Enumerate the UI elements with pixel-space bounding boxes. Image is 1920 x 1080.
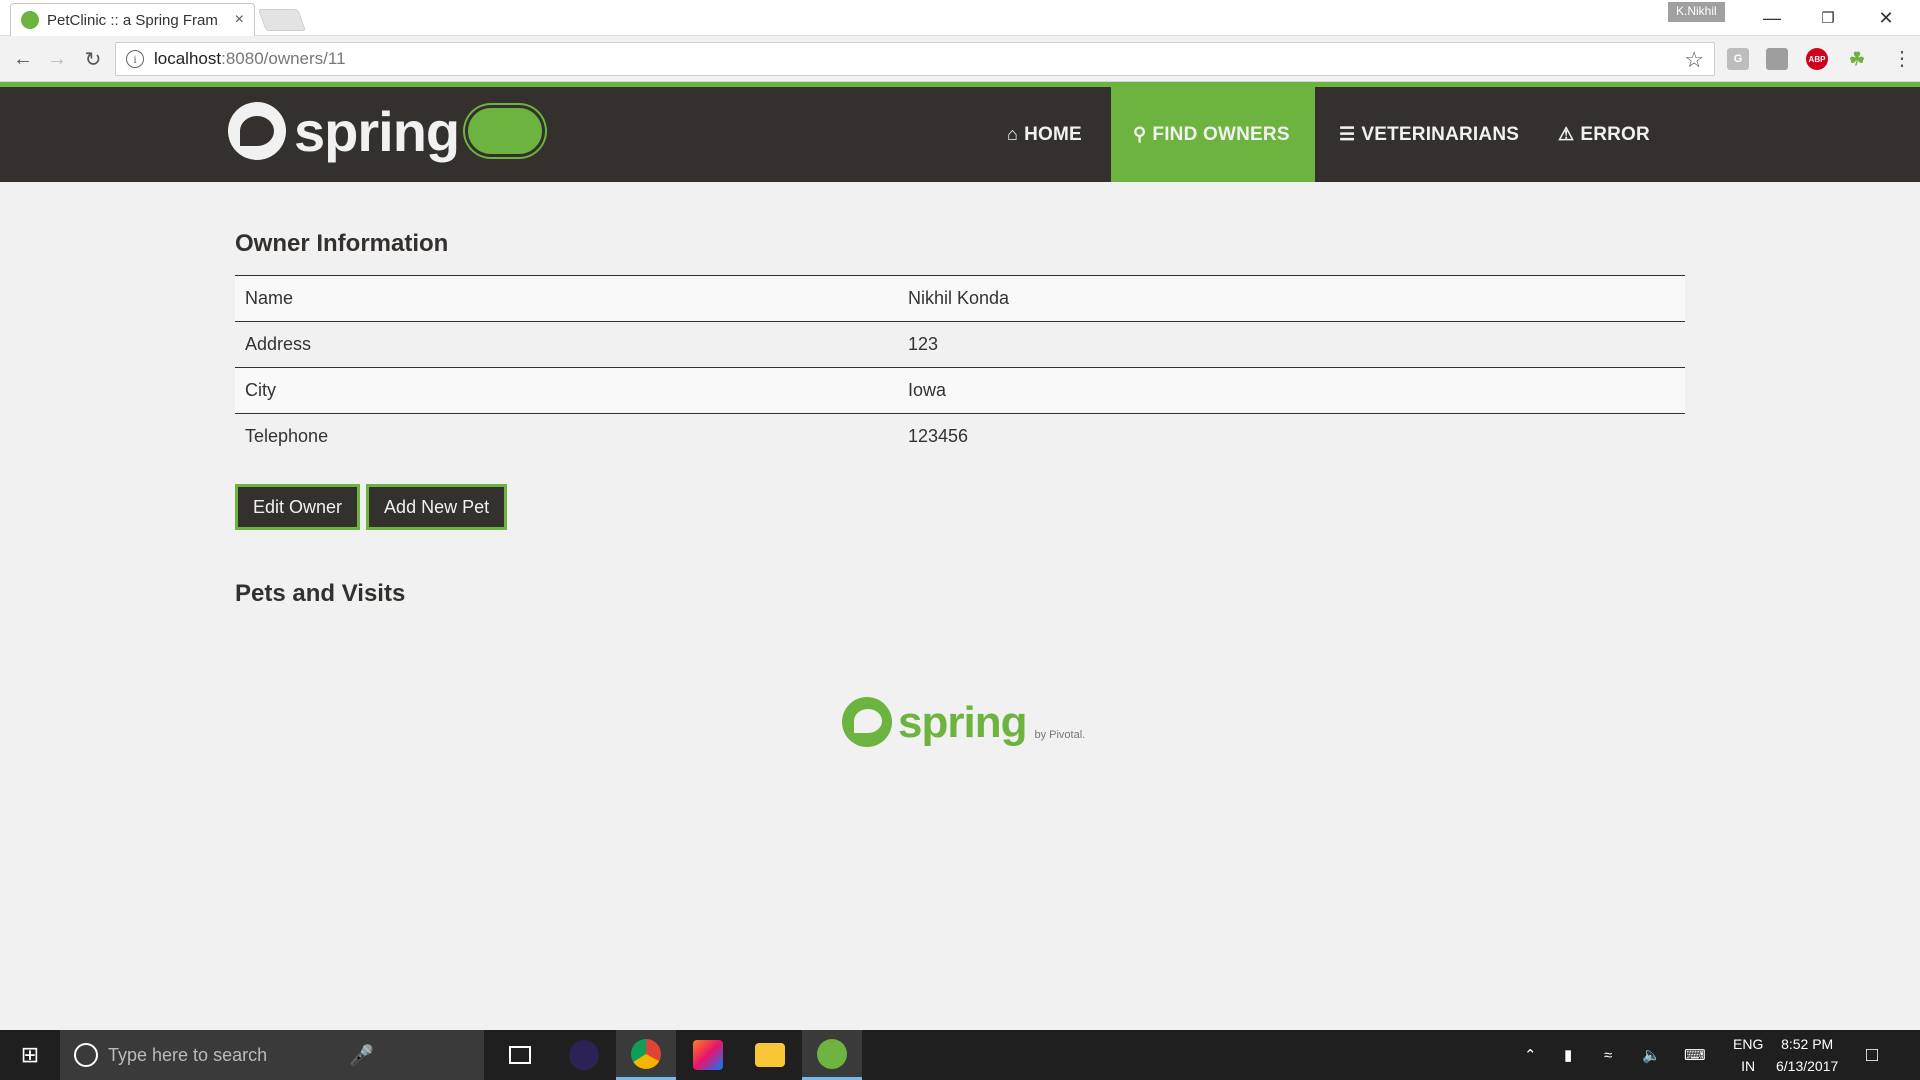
url-path: :8080/owners/11 [221, 49, 346, 68]
clock-date: 6/13/2017 [1776, 1058, 1839, 1074]
cortana-icon [74, 1043, 98, 1067]
battery-icon[interactable]: ▮ [1564, 1030, 1572, 1080]
region-code: IN [1741, 1058, 1756, 1074]
nav-error[interactable]: ⚠ ERROR [1536, 87, 1672, 182]
taskbar: ⊞ Type here to search 🎤 ⌃ ▮ ≈ 🔈 ⌨ ENG IN… [0, 1030, 1920, 1080]
table-row: Telephone 123456 [235, 413, 1685, 460]
tray-chevron-icon[interactable]: ⌃ [1524, 1030, 1537, 1080]
extension-leaf-icon[interactable]: ☘ [1846, 48, 1868, 70]
list-icon: ☰ [1339, 124, 1356, 144]
spring-leaf-icon [228, 102, 286, 160]
browser-menu-icon[interactable]: ⋮ [1892, 46, 1912, 71]
clock-time: 8:52 PM [1781, 1036, 1834, 1052]
owner-information-heading: Owner Information [235, 230, 449, 257]
back-icon[interactable]: ← [10, 46, 36, 72]
nav-find-owners[interactable]: ⚲ FIND OWNERS [1111, 87, 1315, 182]
owner-telephone-label: Telephone [235, 413, 898, 460]
microphone-icon[interactable]: 🎤 [349, 1043, 374, 1068]
url-host: localhost [154, 49, 222, 68]
owner-address-label: Address [235, 321, 898, 368]
profile-badge[interactable]: K.Nikhil [1668, 2, 1725, 22]
pets-and-visits-heading: Pets and Visits [235, 580, 406, 607]
owner-actions: Edit Owner Add New Pet [235, 484, 508, 530]
logo-text: spring [294, 99, 460, 163]
home-icon: ⌂ [1007, 124, 1019, 144]
table-row: Address 123 [235, 321, 1685, 368]
taskbar-search[interactable]: Type here to search 🎤 [60, 1030, 484, 1080]
browser-titlebar: PetClinic :: a Spring Fram × K.Nikhil — … [0, 0, 1920, 36]
nav-find-owners-label: FIND OWNERS [1152, 123, 1290, 145]
file-explorer-icon[interactable] [740, 1030, 800, 1080]
spring-favicon-icon [21, 11, 39, 29]
table-row: Name Nikhil Konda [235, 275, 1685, 322]
info-icon[interactable]: i [126, 50, 144, 68]
warning-icon: ⚠ [1558, 124, 1575, 144]
taskbar-search-placeholder: Type here to search [108, 1044, 268, 1065]
nav-home[interactable]: ⌂ HOME [985, 87, 1104, 182]
owner-city-label: City [235, 367, 898, 414]
eclipse-icon[interactable] [554, 1030, 614, 1080]
language-code: ENG [1733, 1036, 1764, 1052]
volume-icon[interactable]: 🔈 [1642, 1030, 1661, 1080]
close-window-icon[interactable]: ✕ [1866, 4, 1906, 32]
wifi-icon[interactable]: ≈ [1604, 1030, 1612, 1080]
adblock-icon[interactable]: ABP [1806, 48, 1828, 70]
windows-start-icon[interactable]: ⊞ [0, 1030, 60, 1080]
owner-name-label: Name [235, 275, 898, 322]
add-new-pet-button[interactable]: Add New Pet [366, 484, 508, 530]
extension-shield-icon[interactable] [1766, 48, 1788, 70]
owner-city-value: Iowa [898, 367, 1685, 414]
nav-home-label: HOME [1024, 123, 1082, 145]
footer-spring-logo: spring by Pivotal. [842, 697, 1085, 747]
owner-address-value: 123 [898, 321, 1685, 368]
nav-veterinarians[interactable]: ☰ VETERINARIANS [1317, 87, 1541, 182]
table-row: City Iowa [235, 367, 1685, 414]
extension-g-icon[interactable]: G [1727, 48, 1749, 70]
new-tab-button[interactable] [257, 9, 307, 31]
nav-error-label: ERROR [1580, 123, 1650, 145]
forward-icon[interactable]: → [44, 46, 70, 72]
close-tab-icon[interactable]: × [235, 11, 244, 29]
spring-leaf-icon [842, 697, 892, 747]
tab-title: PetClinic :: a Spring Fram [47, 11, 218, 29]
browser-toolbar: ← → ↻ i localhost:8080/owners/11 ☆ G ABP… [0, 36, 1920, 82]
chrome-icon[interactable] [616, 1030, 676, 1080]
footer-brand-text: spring [898, 698, 1027, 747]
bookmark-star-icon[interactable]: ☆ [1684, 47, 1704, 73]
owner-telephone-value: 123456 [898, 413, 1685, 460]
language-indicator[interactable]: ENG IN [1733, 1030, 1763, 1080]
address-bar[interactable]: i localhost:8080/owners/11 ☆ [115, 42, 1715, 76]
keyboard-icon[interactable]: ⌨ [1684, 1030, 1706, 1080]
petclinic-badge-icon [465, 105, 546, 157]
navbar: spring ⌂ HOME ⚲ FIND OWNERS ☰ VETERINARI… [0, 87, 1920, 182]
spring-logo[interactable]: spring [228, 99, 546, 163]
browser-tab[interactable]: PetClinic :: a Spring Fram × [10, 3, 255, 36]
clock[interactable]: 8:52 PM 6/13/2017 [1776, 1030, 1838, 1080]
nav-veterinarians-label: VETERINARIANS [1361, 123, 1520, 145]
spring-tool-icon[interactable] [802, 1030, 862, 1080]
reload-icon[interactable]: ↻ [80, 46, 106, 72]
search-icon: ⚲ [1133, 124, 1147, 144]
notifications-icon[interactable]: □ [1866, 1030, 1878, 1080]
edit-owner-button[interactable]: Edit Owner [235, 484, 361, 530]
owner-info-table: Name Nikhil Konda Address 123 City Iowa … [235, 275, 1685, 460]
restore-icon[interactable]: ❐ [1808, 4, 1848, 32]
intellij-icon[interactable] [678, 1030, 738, 1080]
owner-name-value: Nikhil Konda [898, 275, 1685, 322]
minimize-icon[interactable]: — [1752, 4, 1792, 32]
task-view-icon[interactable] [490, 1030, 550, 1080]
footer-by-pivotal: by Pivotal. [1034, 729, 1086, 741]
